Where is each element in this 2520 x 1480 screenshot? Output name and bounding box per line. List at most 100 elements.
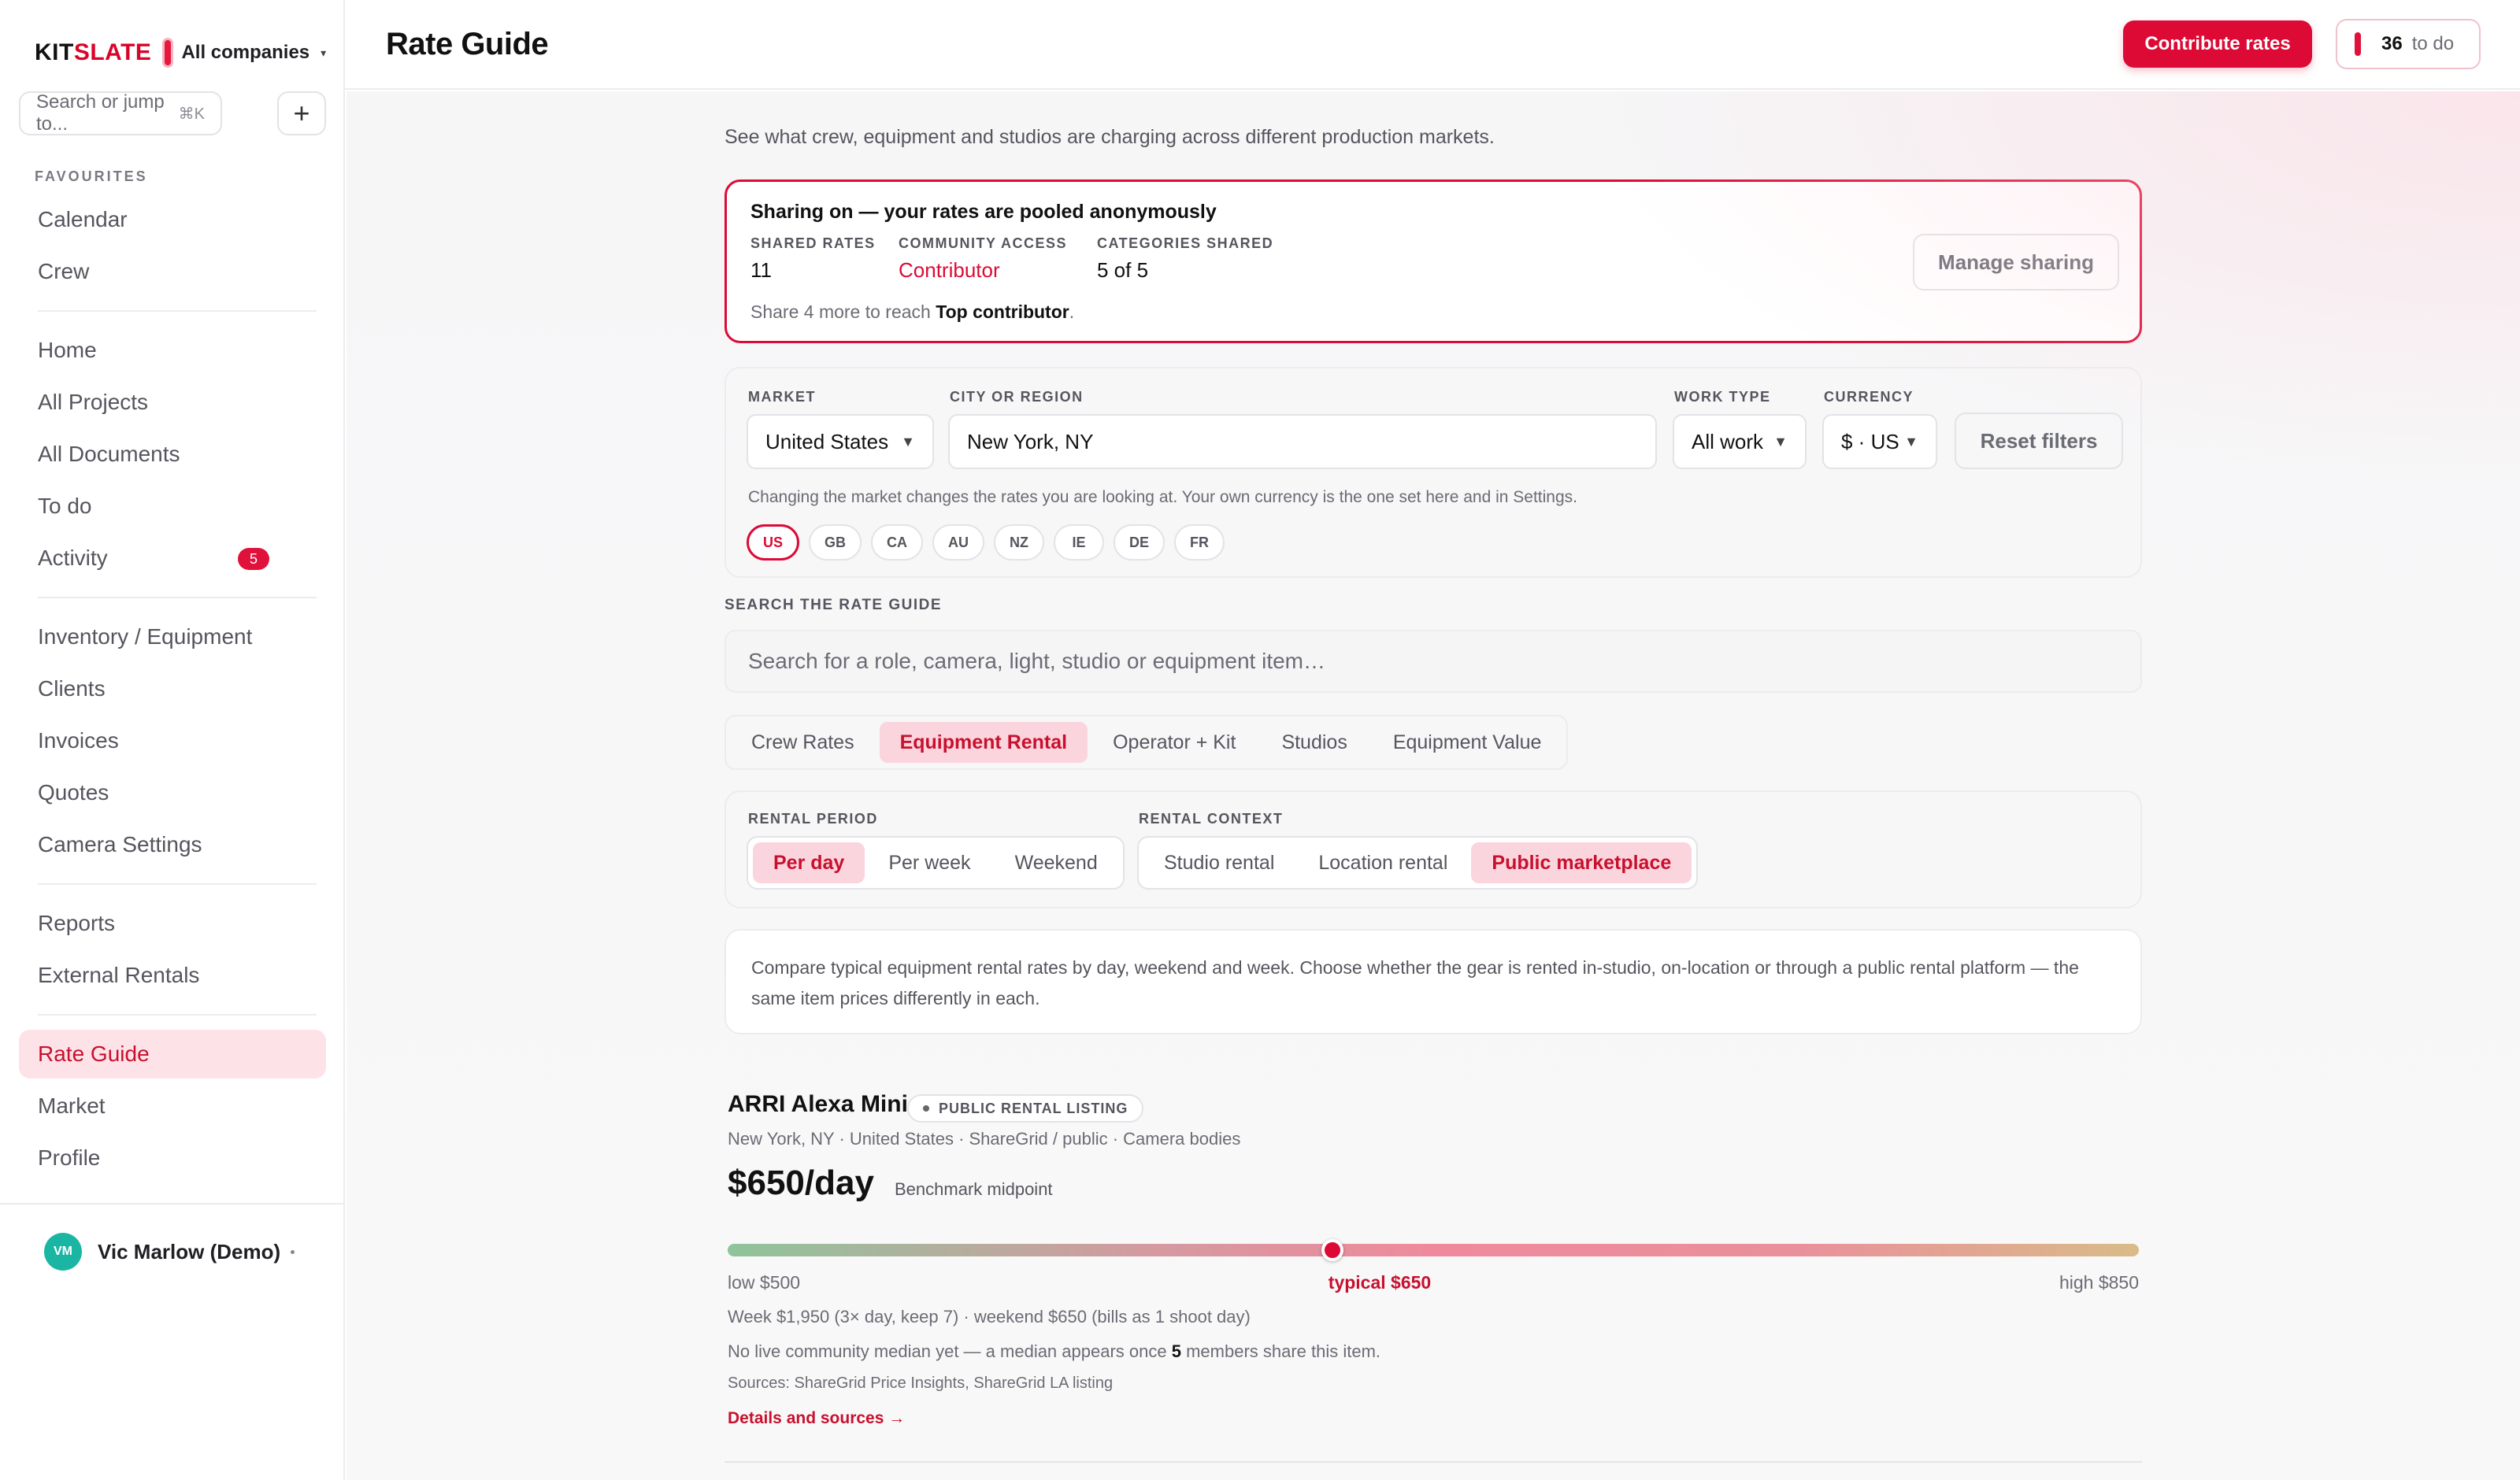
stat-value: Contributor bbox=[899, 258, 1000, 282]
sidebar-item-camera-settings[interactable]: Camera Settings bbox=[19, 820, 326, 869]
sources-text: Sources: ShareGrid Price Insights, Share… bbox=[728, 1375, 1114, 1392]
sidebar-search[interactable]: Search or jump to... ⌘K bbox=[19, 91, 222, 135]
add-button[interactable]: + bbox=[277, 91, 326, 135]
category-tabs: Crew Rates Equipment Rental Operator + K… bbox=[724, 715, 1569, 770]
sidebar-item-rate-guide[interactable]: Rate Guide bbox=[19, 1030, 326, 1079]
tab-operator-kit[interactable]: Operator + Kit bbox=[1092, 722, 1256, 763]
price-range-bar bbox=[728, 1244, 2139, 1256]
sidebar-item-inventory[interactable]: Inventory / Equipment bbox=[19, 612, 326, 661]
sidebar-item-label: All Documents bbox=[38, 442, 180, 466]
caret-down-icon: ▼ bbox=[1773, 433, 1788, 450]
stat-label: COMMUNITY ACCESS bbox=[899, 235, 1068, 251]
sidebar-item-label: Rate Guide bbox=[38, 1042, 150, 1066]
user-menu[interactable]: VM Vic Marlow (Demo) bbox=[0, 1203, 343, 1299]
rental-options-card: RENTAL PERIOD Per day Per week Weekend R… bbox=[724, 790, 2142, 908]
sidebar-item-home[interactable]: Home bbox=[19, 326, 326, 375]
todo-indicator-icon bbox=[2355, 32, 2361, 56]
range-typical-label: typical $650 bbox=[1328, 1272, 1432, 1293]
currency-value: $ · US bbox=[1841, 429, 1899, 453]
tab-equipment-value[interactable]: Equipment Value bbox=[1373, 722, 1562, 763]
search-placeholder: Search for a role, camera, light, studio… bbox=[748, 649, 1326, 673]
sidebar-item-label: Calendar bbox=[38, 207, 128, 231]
sidebar-item-activity[interactable]: Activity 5 bbox=[19, 534, 326, 583]
stat-value: 5 of 5 bbox=[1097, 258, 1149, 282]
tab-studios[interactable]: Studios bbox=[1261, 722, 1367, 763]
work-type-select[interactable]: All work ▼ bbox=[1673, 414, 1807, 469]
dot-icon bbox=[923, 1105, 929, 1112]
sidebar-item-clients[interactable]: Clients bbox=[19, 664, 326, 713]
tab-equipment-rental[interactable]: Equipment Rental bbox=[879, 722, 1088, 763]
sidebar-item-label: To do bbox=[38, 494, 92, 518]
median-note: No live community median yet — a median … bbox=[728, 1341, 1381, 1361]
sidebar-item-crew[interactable]: Crew bbox=[19, 247, 326, 296]
item-meta: New York, NY · United States · ShareGrid… bbox=[728, 1129, 1241, 1149]
rental-period-toggle: Per day Per week Weekend bbox=[747, 836, 1125, 890]
sidebar-item-label: External Rentals bbox=[38, 963, 200, 987]
caret-down-icon: ▼ bbox=[901, 433, 915, 450]
favourites-label: FAVOURITES bbox=[35, 168, 148, 184]
details-and-sources-link[interactable]: Details and sources → bbox=[728, 1409, 905, 1428]
period-per-week[interactable]: Per week bbox=[868, 842, 991, 883]
caret-down-icon: ▼ bbox=[1904, 433, 1918, 450]
sidebar-item-profile[interactable]: Profile bbox=[19, 1134, 326, 1182]
sidebar-item-external-rentals[interactable]: External Rentals bbox=[19, 951, 326, 1000]
sidebar-item-reports[interactable]: Reports bbox=[19, 899, 326, 948]
listing-tag-label: PUBLIC RENTAL LISTING bbox=[939, 1100, 1128, 1116]
sidebar-item-all-projects[interactable]: All Projects bbox=[19, 378, 326, 427]
sidebar-item-all-documents[interactable]: All Documents bbox=[19, 430, 326, 479]
country-chip-fr[interactable]: FR bbox=[1174, 524, 1225, 561]
brand-switcher[interactable]: KITSLATE All companies ▾ bbox=[35, 33, 326, 72]
search-shortcut: ⌘K bbox=[178, 105, 205, 123]
market-note: Changing the market changes the rates yo… bbox=[748, 488, 1577, 506]
sidebar-item-invoices[interactable]: Invoices bbox=[19, 716, 326, 765]
period-per-day[interactable]: Per day bbox=[753, 842, 865, 883]
rate-guide-search-input[interactable]: Search for a role, camera, light, studio… bbox=[724, 630, 2142, 693]
country-chips: US GB CA AU NZ IE DE FR bbox=[747, 524, 1225, 561]
country-chip-au[interactable]: AU bbox=[932, 524, 985, 561]
country-chip-us[interactable]: US bbox=[747, 524, 800, 561]
activity-count-badge: 5 bbox=[238, 548, 269, 570]
contribute-rates-button[interactable]: Contribute rates bbox=[2123, 20, 2312, 68]
country-chip-ie[interactable]: IE bbox=[1054, 524, 1105, 561]
country-chip-nz[interactable]: NZ bbox=[994, 524, 1045, 561]
reset-filters-button[interactable]: Reset filters bbox=[1955, 413, 2123, 469]
country-chip-de[interactable]: DE bbox=[1114, 524, 1166, 561]
market-select[interactable]: United States ▼ bbox=[747, 414, 934, 469]
stat-label: CATEGORIES SHARED bbox=[1097, 235, 1274, 251]
sidebar-item-label: Activity bbox=[38, 546, 108, 570]
country-chip-gb[interactable]: GB bbox=[809, 524, 862, 561]
sidebar-divider bbox=[38, 310, 317, 312]
currency-select[interactable]: $ · US ▼ bbox=[1822, 414, 1937, 469]
brand-logo: KITSLATE bbox=[35, 39, 152, 65]
sidebar-item-label: Clients bbox=[38, 676, 106, 701]
city-label: CITY OR REGION bbox=[950, 389, 1084, 405]
currency-label: CURRENCY bbox=[1824, 389, 1914, 405]
sidebar-item-label: Camera Settings bbox=[38, 832, 202, 857]
city-input[interactable]: New York, NY bbox=[948, 414, 1657, 469]
context-location-rental[interactable]: Location rental bbox=[1298, 842, 1468, 883]
rental-context-label: RENTAL CONTEXT bbox=[1139, 811, 1284, 827]
todo-button[interactable]: 36 to do bbox=[2336, 19, 2481, 69]
sidebar-item-calendar[interactable]: Calendar bbox=[19, 195, 326, 244]
sidebar-item-quotes[interactable]: Quotes bbox=[19, 768, 326, 817]
sidebar-item-label: Profile bbox=[38, 1145, 101, 1170]
period-weekend[interactable]: Weekend bbox=[995, 842, 1118, 883]
typical-price-marker bbox=[1321, 1239, 1343, 1261]
sidebar-item-market[interactable]: Market bbox=[19, 1082, 326, 1130]
rental-period-label: RENTAL PERIOD bbox=[748, 811, 878, 827]
plus-icon: + bbox=[293, 97, 310, 129]
rental-context-toggle: Studio rental Location rental Public mar… bbox=[1137, 836, 1699, 890]
sidebar-divider bbox=[38, 597, 317, 598]
price-note: Benchmark midpoint bbox=[895, 1179, 1053, 1199]
manage-sharing-button[interactable]: Manage sharing bbox=[1913, 234, 2119, 290]
sidebar-item-to-do[interactable]: To do bbox=[19, 482, 326, 531]
todo-label: to do bbox=[2411, 33, 2455, 54]
caret-down-icon: ▾ bbox=[321, 46, 327, 59]
city-value: New York, NY bbox=[967, 429, 1094, 453]
tab-crew-rates[interactable]: Crew Rates bbox=[731, 722, 875, 763]
shared-rates-stat: SHARED RATES 11 bbox=[750, 235, 876, 283]
country-chip-ca[interactable]: CA bbox=[871, 524, 924, 561]
context-studio-rental[interactable]: Studio rental bbox=[1143, 842, 1295, 883]
context-public-marketplace[interactable]: Public marketplace bbox=[1471, 842, 1692, 883]
community-access-stat: COMMUNITY ACCESS Contributor bbox=[899, 235, 1067, 283]
